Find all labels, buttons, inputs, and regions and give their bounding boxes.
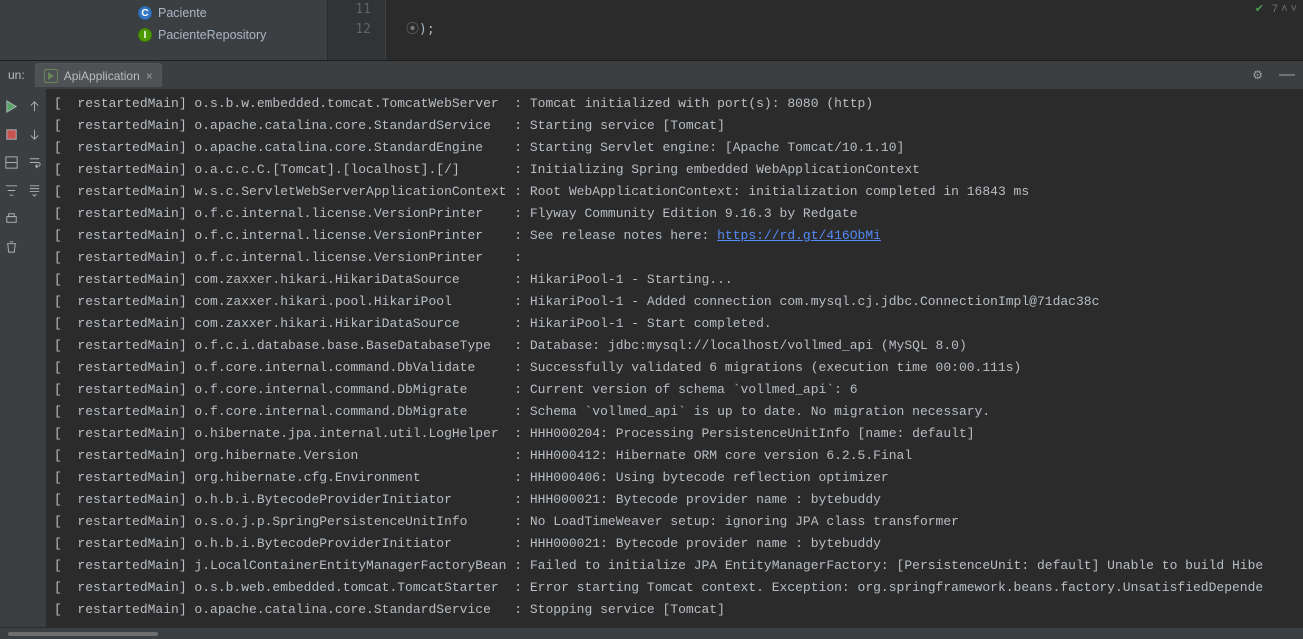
console-line: [ restartedMain] o.s.b.web.embedded.tomc… (54, 577, 1295, 599)
soft-wrap-icon[interactable] (26, 153, 44, 171)
console-link[interactable]: https://rd.gt/416ObMi (717, 228, 881, 243)
trash-icon[interactable] (3, 237, 21, 255)
line-number: 12 (328, 20, 371, 40)
layout-icon[interactable] (3, 153, 21, 171)
console-line: [ restartedMain] com.zaxxer.hikari.pool.… (54, 291, 1295, 313)
console-line: [ restartedMain] o.a.c.c.C.[Tomcat].[loc… (54, 159, 1295, 181)
console-line: [ restartedMain] o.h.b.i.BytecodeProvide… (54, 489, 1295, 511)
console-line: [ restartedMain] com.zaxxer.hikari.Hikar… (54, 313, 1295, 335)
console-line: [ restartedMain] o.f.core.internal.comma… (54, 357, 1295, 379)
print-icon[interactable] (3, 209, 21, 227)
console-line: [ restartedMain] o.apache.catalina.core.… (54, 137, 1295, 159)
editor-gutter: 11 12 (328, 0, 386, 60)
console-line: [ restartedMain] org.hibernate.cfg.Envir… (54, 467, 1295, 489)
fold-indicator[interactable]: ⦿ (406, 22, 419, 37)
console-line: [ restartedMain] com.zaxxer.hikari.Hikar… (54, 269, 1295, 291)
interface-icon: I (138, 28, 152, 42)
tree-item-label: Paciente (158, 6, 207, 20)
run-side-toolbar (0, 89, 46, 627)
console-line: [ restartedMain] org.hibernate.Version :… (54, 445, 1295, 467)
console-line: [ restartedMain] o.s.o.j.p.SpringPersist… (54, 511, 1295, 533)
scroll-to-end-icon[interactable] (26, 181, 44, 199)
checkmark-icon[interactable]: ✔ (1255, 2, 1264, 15)
console-line: [ restartedMain] w.s.c.ServletWebServerA… (54, 181, 1295, 203)
memory-indicator[interactable] (8, 632, 158, 636)
console-line: [ restartedMain] o.s.b.w.embedded.tomcat… (54, 93, 1295, 115)
down-arrow-icon[interactable] (26, 125, 44, 143)
run-tab-label: ApiApplication (64, 69, 140, 83)
console-line: [ restartedMain] o.h.b.i.BytecodeProvide… (54, 533, 1295, 555)
close-icon[interactable]: × (146, 69, 153, 83)
console-line: [ restartedMain] o.f.core.internal.comma… (54, 379, 1295, 401)
run-tab-apiapplication[interactable]: ApiApplication × (35, 63, 162, 87)
console-line: [ restartedMain] o.hibernate.jpa.interna… (54, 423, 1295, 445)
tree-item-label: PacienteRepository (158, 28, 266, 42)
run-label: un: (0, 68, 33, 82)
class-icon: C (138, 6, 152, 20)
rerun-icon[interactable] (3, 97, 21, 115)
console-line: [ restartedMain] o.apache.catalina.core.… (54, 599, 1295, 621)
up-arrow-icon[interactable] (26, 97, 44, 115)
run-toolwindow-header: un: ApiApplication × ⚙ — (0, 61, 1303, 89)
console-line: [ restartedMain] j.LocalContainerEntityM… (54, 555, 1295, 577)
console-line: [ restartedMain] o.f.c.internal.license.… (54, 225, 1295, 247)
console-output[interactable]: [ restartedMain] o.s.b.w.embedded.tomcat… (46, 89, 1303, 627)
console-line: [ restartedMain] o.f.c.internal.license.… (54, 203, 1295, 225)
line-number: 11 (328, 0, 371, 20)
gear-icon[interactable]: ⚙ (1244, 68, 1271, 82)
inspection-count[interactable]: 7 ˄ ˅ (1272, 3, 1297, 15)
console-line: [ restartedMain] o.f.c.internal.license.… (54, 247, 1295, 269)
stop-icon[interactable] (3, 125, 21, 143)
spring-run-icon (44, 69, 58, 83)
tree-item-paciente[interactable]: C Paciente (0, 2, 327, 24)
status-bar (0, 627, 1303, 639)
console-line: [ restartedMain] o.f.c.i.database.base.B… (54, 335, 1295, 357)
filter-icon[interactable] (3, 181, 21, 199)
console-line: [ restartedMain] o.apache.catalina.core.… (54, 115, 1295, 137)
hide-panel-icon[interactable]: — (1271, 66, 1303, 84)
tree-item-paciente-repository[interactable]: I PacienteRepository (0, 24, 327, 46)
project-tree[interactable]: C Paciente I PacienteRepository (0, 0, 328, 60)
console-line: [ restartedMain] o.f.core.internal.comma… (54, 401, 1295, 423)
code-text: ); (419, 22, 435, 37)
code-editor[interactable]: 11 12 ⦿); ✔ 7 ˄ ˅ (328, 0, 1303, 60)
